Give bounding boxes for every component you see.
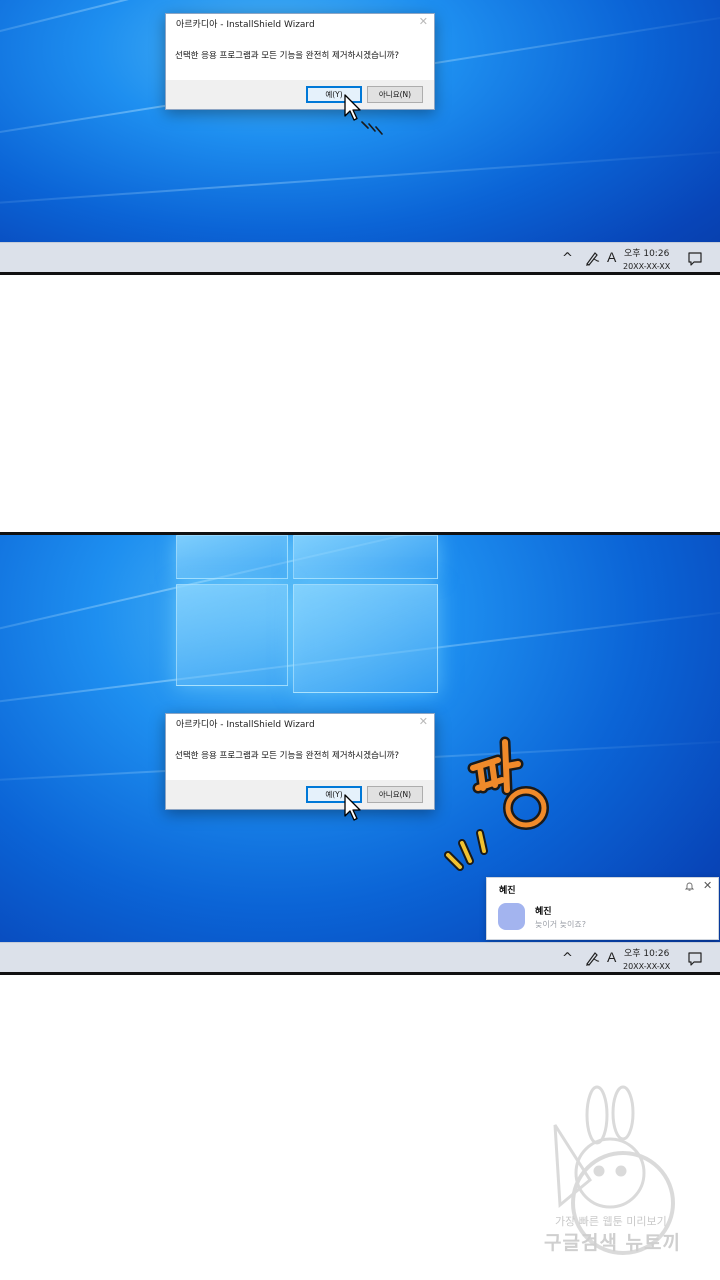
no-button[interactable]: 아니요(N) — [367, 86, 423, 103]
input-language-indicator[interactable]: A — [607, 949, 616, 965]
dialog-button-bar: 예(Y) 아니요(N) — [166, 780, 434, 809]
no-button[interactable]: 아니요(N) — [367, 786, 423, 803]
uninstall-dialog: 아르카디아 - InstallShield Wizard ✕ 선택한 응용 프로… — [165, 13, 435, 110]
clock-time: 오후 10:26 — [623, 249, 670, 259]
chevron-up-icon[interactable]: ^ — [562, 951, 573, 966]
comic-panel-bottom: 아르카디아 - InstallShield Wizard ✕ 선택한 응용 프로… — [0, 532, 720, 975]
dialog-title: 아르카디아 - InstallShield Wizard — [176, 20, 315, 30]
dialog-message: 선택한 응용 프로그램과 모든 기능을 완전히 제거하시겠습니까? — [175, 51, 400, 61]
pen-icon[interactable] — [584, 950, 600, 967]
mouse-cursor-icon — [344, 794, 361, 821]
chevron-up-icon[interactable]: ^ — [562, 251, 573, 266]
comic-panel-top: 아르카디아 - InstallShield Wizard ✕ 선택한 응용 프로… — [0, 0, 720, 275]
close-icon[interactable]: ✕ — [703, 879, 712, 892]
avatar — [498, 903, 525, 930]
pen-icon[interactable] — [584, 250, 600, 267]
taskbar-clock[interactable]: 오후 10:26 20XX-XX-XX — [623, 246, 670, 271]
clock-time: 오후 10:26 — [623, 949, 670, 959]
sfx-text: 띵 — [458, 730, 459, 731]
dialog-button-bar: 예(Y) 아니요(N) — [166, 80, 434, 109]
notification-preview: 늦이거 늦이죠? — [535, 920, 586, 929]
notification-icon[interactable] — [687, 951, 703, 967]
input-language-indicator[interactable]: A — [607, 249, 616, 265]
bell-icon[interactable] — [684, 881, 695, 892]
clock-date: 20XX-XX-XX — [623, 962, 671, 971]
watermark-line1: 가장 빠른 웹툰 미리보기 — [555, 1215, 667, 1228]
message-notification[interactable]: 혜진 ✕ 혜진 늦이거 늦이죠? — [486, 877, 719, 940]
ding-sound-effect: 띵 — [458, 730, 549, 830]
notification-app-name: 혜진 — [499, 886, 516, 896]
impact-lines-icon — [444, 829, 488, 871]
clock-date: 20XX-XX-XX — [623, 262, 671, 271]
taskbar-clock[interactable]: 오후 10:26 20XX-XX-XX — [623, 946, 670, 971]
dialog-message: 선택한 응용 프로그램과 모든 기능을 완전히 제거하시겠습니까? — [175, 751, 400, 761]
uninstall-dialog: 아르카디아 - InstallShield Wizard ✕ 선택한 응용 프로… — [165, 713, 435, 810]
windows-logo — [176, 535, 438, 693]
dialog-title: 아르카디아 - InstallShield Wizard — [176, 720, 315, 730]
taskbar: ^ A 오후 10:26 20XX-XX-XX — [0, 942, 720, 972]
watermark-line2: 구글검색 뉴토끼 — [544, 1232, 681, 1254]
close-icon[interactable]: ✕ — [419, 715, 428, 728]
notification-icon[interactable] — [687, 251, 703, 267]
close-icon[interactable]: ✕ — [419, 15, 428, 28]
notification-sender: 혜진 — [535, 907, 552, 917]
taskbar: ^ A 오후 10:26 20XX-XX-XX — [0, 242, 720, 272]
click-motion-lines-icon — [361, 121, 383, 135]
